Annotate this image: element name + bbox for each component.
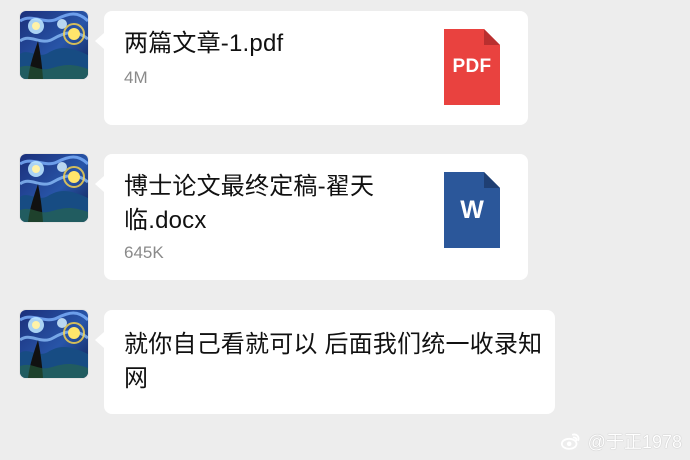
avatar[interactable] xyxy=(20,154,88,222)
pdf-label: PDF xyxy=(452,56,492,77)
pdf-file-icon: PDF xyxy=(444,29,500,105)
file-title: 博士论文最终定稿-翟天临.docx xyxy=(124,173,375,234)
text-message-bubble[interactable]: 就你自己看就可以 后面我们统一收录知网 xyxy=(95,310,555,414)
file-message-bubble[interactable]: 两篇文章-1.pdf 4M PDF xyxy=(95,11,528,125)
word-file-icon: W xyxy=(444,172,500,248)
watermark: @于正1978 xyxy=(560,431,682,453)
watermark-text: @于正1978 xyxy=(587,432,682,452)
file-size: 645K xyxy=(124,243,164,262)
avatar[interactable] xyxy=(20,11,88,79)
message-text: 就你自己看就可以 后面我们统一收录知网 xyxy=(124,331,543,392)
file-message-bubble[interactable]: 博士论文最终定稿-翟天临.docx 645K W xyxy=(95,154,528,280)
file-title: 两篇文章-1.pdf xyxy=(124,30,284,57)
avatar[interactable] xyxy=(20,310,88,378)
word-label: W xyxy=(460,196,484,224)
file-size: 4M xyxy=(124,68,148,87)
chat-screen: { "messages": [ { "type": "file", "title… xyxy=(0,0,690,460)
weibo-icon xyxy=(560,431,582,453)
